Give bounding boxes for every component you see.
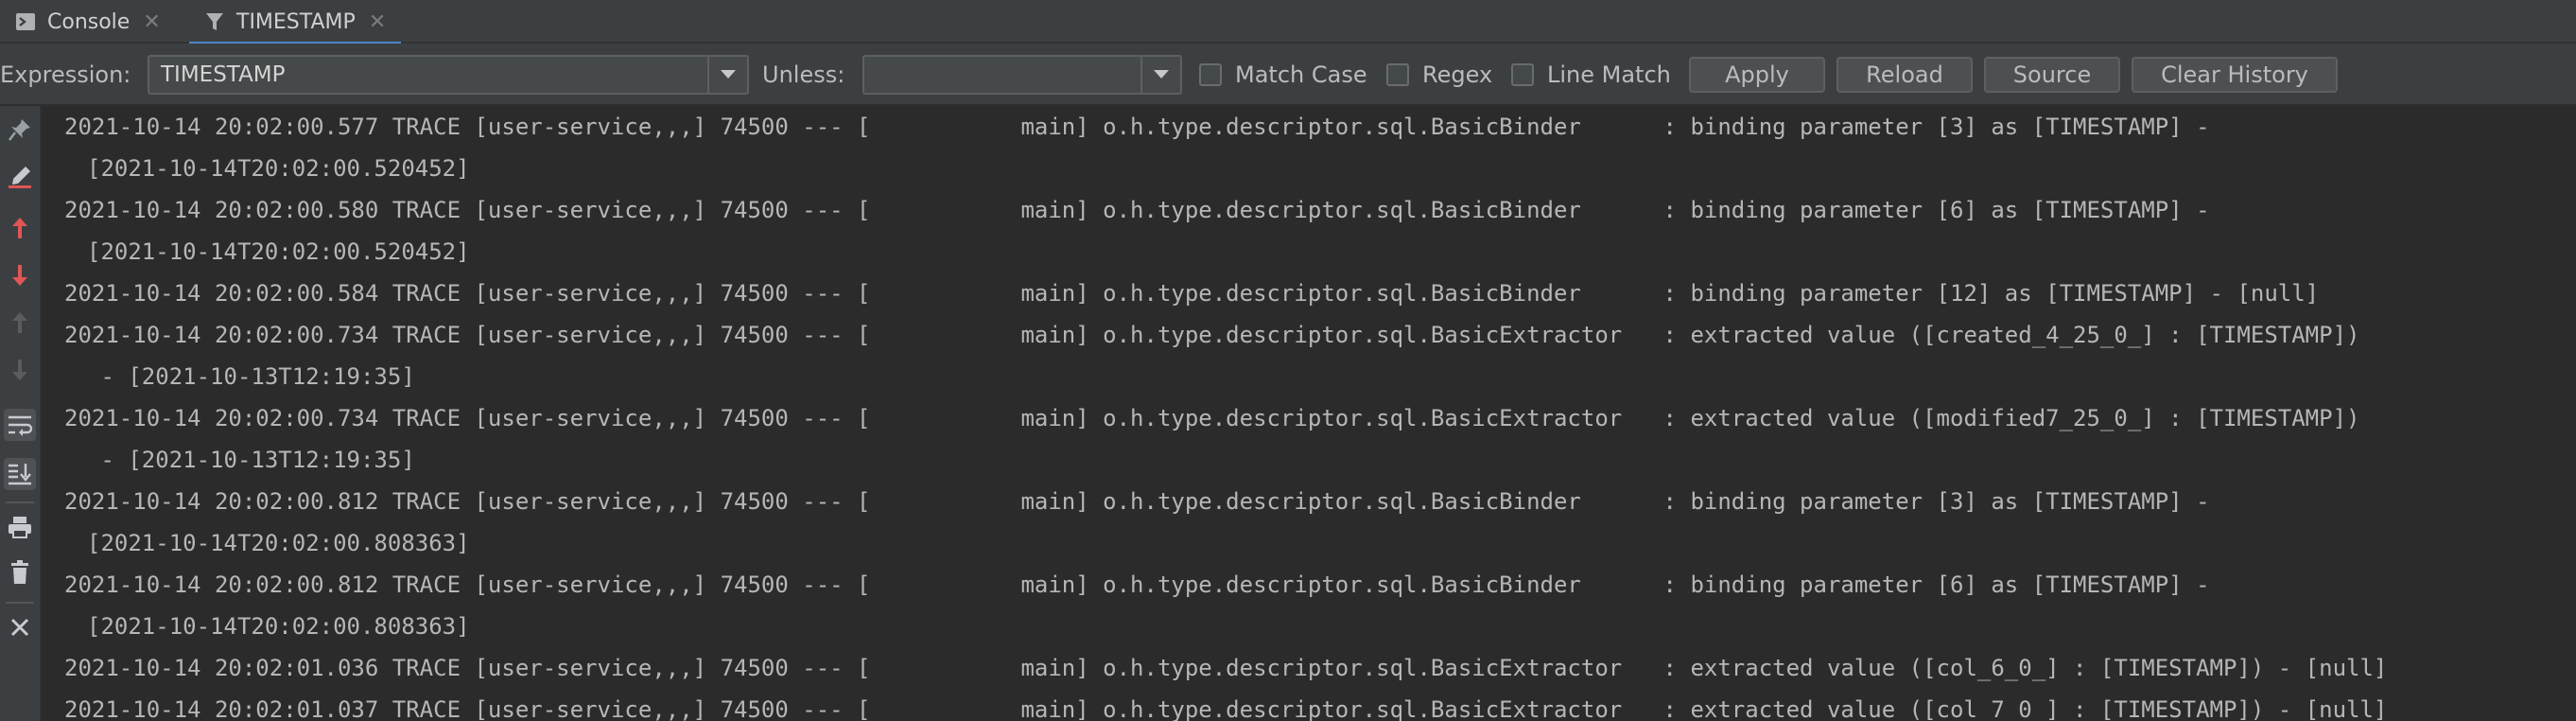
reload-button[interactable]: Reload xyxy=(1836,57,1973,93)
trash-icon[interactable] xyxy=(4,556,36,589)
log-line: 2021-10-14 20:02:00.734 TRACE [user-serv… xyxy=(64,322,2360,348)
grep-filter-toolbar: Expression: TIMESTAMP Unless: Match Case… xyxy=(0,44,2576,106)
tab-console-label: Console xyxy=(47,9,131,34)
unless-label: Unless: xyxy=(762,62,845,88)
regex-checkbox[interactable]: Regex xyxy=(1386,44,1492,106)
tab-timestamp-label: TIMESTAMP xyxy=(236,9,356,34)
match-case-checkbox[interactable]: Match Case xyxy=(1199,44,1367,106)
toolbar-separator xyxy=(6,501,34,503)
checkbox-box[interactable] xyxy=(1199,63,1222,86)
print-icon[interactable] xyxy=(4,511,36,543)
log-line: 2021-10-14 20:02:00.734 TRACE [user-serv… xyxy=(64,405,2360,431)
log-line-continuation: [2021-10-14T20:02:00.808363] xyxy=(87,530,470,556)
up-arrow-icon[interactable] xyxy=(4,212,36,244)
expression-input[interactable]: TIMESTAMP xyxy=(161,57,286,93)
close-icon[interactable]: ✕ xyxy=(143,10,160,34)
log-line: 2021-10-14 20:02:01.037 TRACE [user-serv… xyxy=(64,696,2388,721)
tool-window-tab-bar: Console ✕ TIMESTAMP ✕ xyxy=(0,0,2576,45)
checkbox-box[interactable] xyxy=(1511,63,1534,86)
chevron-down-icon[interactable] xyxy=(707,57,747,93)
chevron-down-icon[interactable] xyxy=(1140,57,1180,93)
up-arrow-disabled-icon xyxy=(4,307,36,339)
filter-icon xyxy=(204,11,225,32)
log-line: 2021-10-14 20:02:00.812 TRACE [user-serv… xyxy=(64,488,2210,515)
console-output[interactable]: 2021-10-14 20:02:00.577 TRACE [user-serv… xyxy=(42,106,2576,721)
log-line-continuation: - [2021-10-13T12:19:35] xyxy=(87,447,415,473)
down-arrow-disabled-icon xyxy=(4,354,36,386)
close-icon[interactable]: ✕ xyxy=(369,10,386,34)
apply-button[interactable]: Apply xyxy=(1689,57,1825,93)
log-line-continuation: [2021-10-14T20:02:00.520452] xyxy=(87,155,470,182)
scroll-to-end-icon[interactable] xyxy=(4,458,36,490)
down-arrow-icon[interactable] xyxy=(4,259,36,291)
close-icon[interactable] xyxy=(4,611,36,643)
expression-label: Expression: xyxy=(0,62,131,88)
soft-wrap-icon[interactable] xyxy=(4,409,36,441)
checkbox-box[interactable] xyxy=(1386,63,1409,86)
log-line-continuation: - [2021-10-13T12:19:35] xyxy=(87,363,415,390)
log-line: 2021-10-14 20:02:00.584 TRACE [user-serv… xyxy=(64,280,2320,307)
clear-history-button[interactable]: Clear History xyxy=(2132,57,2338,93)
source-button[interactable]: Source xyxy=(1984,57,2120,93)
toolbar-separator xyxy=(6,602,34,604)
line-match-label: Line Match xyxy=(1547,62,1671,88)
pin-icon[interactable] xyxy=(4,114,36,146)
log-line: 2021-10-14 20:02:00.580 TRACE [user-serv… xyxy=(64,197,2210,223)
match-case-label: Match Case xyxy=(1235,62,1367,88)
unless-combobox[interactable] xyxy=(862,55,1182,95)
log-line-continuation: [2021-10-14T20:02:00.808363] xyxy=(87,613,470,640)
tab-console[interactable]: Console ✕ xyxy=(15,0,161,44)
clear-highlight-icon[interactable] xyxy=(4,161,36,193)
line-match-checkbox[interactable]: Line Match xyxy=(1511,44,1671,106)
log-line: 2021-10-14 20:02:00.577 TRACE [user-serv… xyxy=(64,114,2210,140)
log-line-continuation: [2021-10-14T20:02:00.520452] xyxy=(87,238,470,265)
console-side-toolbar xyxy=(0,106,42,721)
log-line: 2021-10-14 20:02:00.812 TRACE [user-serv… xyxy=(64,572,2210,598)
log-line: 2021-10-14 20:02:01.036 TRACE [user-serv… xyxy=(64,655,2388,681)
expression-combobox[interactable]: TIMESTAMP xyxy=(148,55,749,95)
regex-label: Regex xyxy=(1422,62,1493,88)
tab-timestamp[interactable]: TIMESTAMP ✕ xyxy=(189,0,402,45)
console-icon xyxy=(15,12,36,31)
